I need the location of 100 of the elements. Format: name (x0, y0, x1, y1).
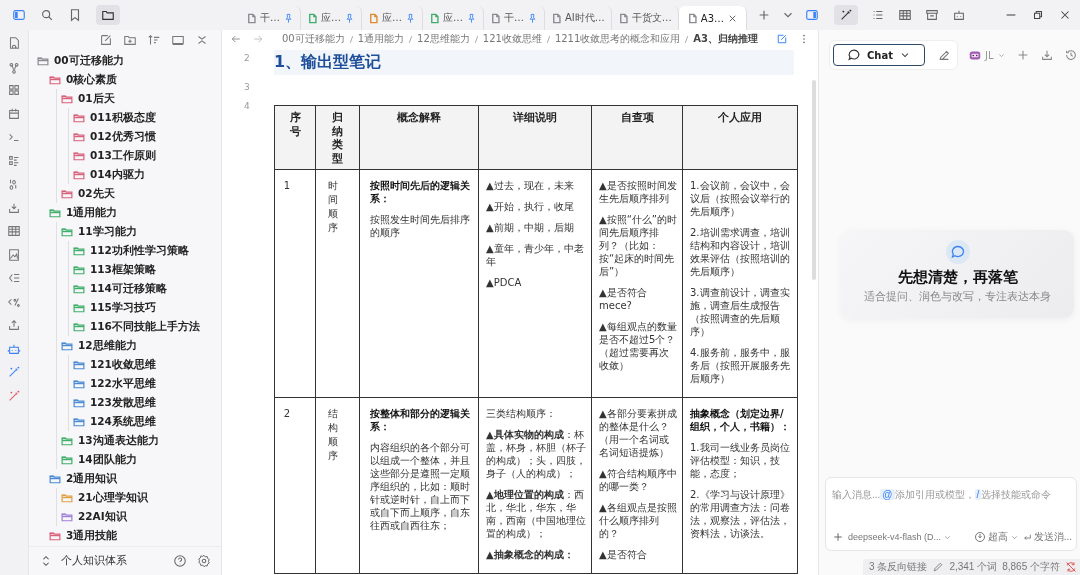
breadcrumb-link[interactable]: 00可迁移能力 (281, 32, 345, 46)
model-dropdown[interactable]: deepseek-v4-flash (D... (848, 532, 953, 542)
breadcrumb-link[interactable]: 12思维能力 (417, 32, 470, 46)
breadcrumb-link[interactable]: 1211收敛思考的概念和应用 (554, 32, 681, 46)
download-icon[interactable] (1039, 48, 1054, 62)
help-icon[interactable] (173, 554, 187, 568)
effort-dropdown[interactable]: 超高 (973, 530, 1019, 544)
folder-item[interactable]: 02先天 (57, 184, 115, 203)
table-icon[interactable] (898, 8, 912, 22)
plus-icon[interactable] (832, 531, 844, 543)
line-number: 4 (244, 101, 251, 111)
files-tab[interactable] (96, 5, 120, 25)
folder-item[interactable]: 14团队能力 (57, 450, 137, 469)
folder-item[interactable]: 113框架策略 (69, 260, 156, 279)
archive-icon[interactable] (925, 8, 939, 22)
tab[interactable]: 干… (240, 6, 301, 30)
cell-text: ▲开始，执行，收尾 (486, 199, 575, 213)
sort-icon[interactable] (147, 33, 161, 47)
folder-item[interactable]: 124系统思维 (69, 412, 156, 431)
magic-wand-icon[interactable] (7, 388, 21, 403)
cell-text: 3.调查前设计，调查实施，调查后生成报告（按照调查的先后顺序） (690, 285, 791, 338)
folder-item[interactable]: 115学习技巧 (69, 298, 156, 317)
breadcrumb-link[interactable]: 121收敛思维 (482, 32, 542, 46)
pin-icon[interactable] (527, 12, 538, 24)
table-icon[interactable] (7, 224, 21, 238)
pin-icon[interactable] (283, 12, 294, 24)
sidebar-toggle-icon[interactable] (805, 8, 819, 22)
cell-text: ▲抽象概念的构成： (486, 547, 575, 561)
robot-icon[interactable] (952, 8, 966, 22)
tab[interactable]: AI时代… (545, 6, 612, 30)
folder-item[interactable]: 22AI知识 (57, 507, 127, 526)
back-arrow-icon[interactable] (230, 33, 242, 45)
folder-item[interactable]: 3通用技能 (45, 526, 118, 545)
outline-icon[interactable] (7, 271, 21, 285)
folder-item[interactable]: 11学习能力 (57, 222, 137, 241)
folder-item[interactable]: 2通用知识 (45, 469, 118, 488)
backlinks-count[interactable]: 3 条反向链接 (869, 560, 928, 574)
cell-text: ▲是否符合 (599, 547, 648, 561)
folder-item[interactable]: 012优秀习惯 (69, 127, 156, 146)
cell-text: 三类结构顺序： (486, 406, 557, 420)
tab[interactable]: 干… (484, 6, 545, 30)
pin-icon[interactable] (466, 12, 477, 24)
collapse-panel-icon[interactable] (171, 33, 185, 47)
vault-switcher[interactable]: 个人知识体系 (39, 554, 127, 568)
breadcrumb-separator (473, 34, 479, 44)
grid-icon[interactable] (7, 83, 21, 97)
sidebar-toggle-icon[interactable] (12, 8, 26, 22)
search-icon[interactable] (40, 8, 54, 22)
folder-item[interactable]: 122水平思维 (69, 374, 156, 393)
pin-icon[interactable] (344, 12, 355, 24)
breadcrumb-link[interactable]: 1通用能力 (357, 32, 405, 46)
folder-item[interactable]: 1通用能力 (45, 203, 118, 222)
folder-item[interactable]: 0核心素质 (45, 70, 118, 89)
tab[interactable]: 应… (423, 6, 484, 30)
edit-icon[interactable] (937, 48, 951, 62)
folder-item[interactable]: 13沟通表达能力 (57, 431, 159, 450)
calendar-icon[interactable] (7, 106, 21, 121)
mode-dropdown[interactable]: Chat (833, 44, 925, 66)
send-button[interactable]: 发送消... (1022, 530, 1072, 544)
folder-item[interactable]: 014内驱力 (69, 165, 145, 184)
list-icon[interactable] (7, 153, 21, 168)
tab[interactable]: A3… (678, 6, 747, 30)
cell-text: ▲每组观点的数量是否不超过5个？（超过需要再次收敛） (599, 319, 678, 372)
sync-off-icon[interactable] (1065, 561, 1077, 573)
breadcrumb-separator (348, 34, 354, 44)
cell-text: ▲是否按照时间发生先后顺序排列 (599, 178, 678, 205)
cell-text: 1.会议前，会议中，会议后（按照会议举行的先后顺序） (690, 178, 791, 218)
breadcrumb-link[interactable]: A3、归纳推理 (693, 32, 759, 46)
folder-item[interactable]: 011积极态度 (69, 108, 156, 127)
folder-item[interactable]: 013工作原则 (69, 146, 156, 165)
folder-item[interactable]: 01后天 (57, 89, 115, 108)
folder-item[interactable]: 112功利性学习策略 (69, 241, 189, 260)
restore-icon[interactable] (1031, 8, 1045, 22)
new-note-icon[interactable] (99, 33, 113, 47)
folder-item[interactable]: 12思维能力 (57, 336, 137, 355)
tab[interactable]: 应… (362, 6, 423, 30)
new-tab-icon[interactable] (757, 8, 771, 22)
pencil-icon[interactable] (932, 561, 945, 573)
folder-item[interactable]: 00可迁移能力 (33, 51, 124, 70)
image-icon[interactable] (7, 247, 21, 262)
new-folder-icon[interactable] (123, 33, 137, 47)
magic-wand-icon[interactable] (7, 365, 21, 379)
folder-item[interactable]: 121收敛思维 (69, 355, 156, 374)
settings-icon[interactable] (197, 554, 211, 568)
edit-icon[interactable] (776, 33, 788, 45)
share-icon[interactable] (7, 318, 21, 332)
message-input-field[interactable]: 输入消息... @ 添加引用或模型， / 选择技能或命令 deepseek-v4-flash (D... 超高 发送消... (825, 477, 1077, 551)
folder-item[interactable]: 116不同技能上手方法 (69, 317, 200, 336)
folder-item[interactable]: 114可迁移策略 (69, 279, 167, 298)
folder-item[interactable]: 21心理学知识 (57, 488, 148, 507)
tab[interactable]: 应… (301, 6, 362, 30)
folder-item[interactable]: 123发散思维 (69, 393, 156, 412)
history-icon[interactable] (1063, 48, 1078, 62)
tab[interactable]: 干货文… (611, 6, 679, 30)
list-icon[interactable] (871, 8, 885, 22)
column-header: 归纳类型 (315, 105, 360, 170)
pin-icon[interactable] (405, 12, 416, 24)
bookmark-icon[interactable] (68, 8, 82, 22)
file-search-icon[interactable] (7, 36, 21, 50)
magic-wand-tab[interactable] (834, 5, 858, 25)
